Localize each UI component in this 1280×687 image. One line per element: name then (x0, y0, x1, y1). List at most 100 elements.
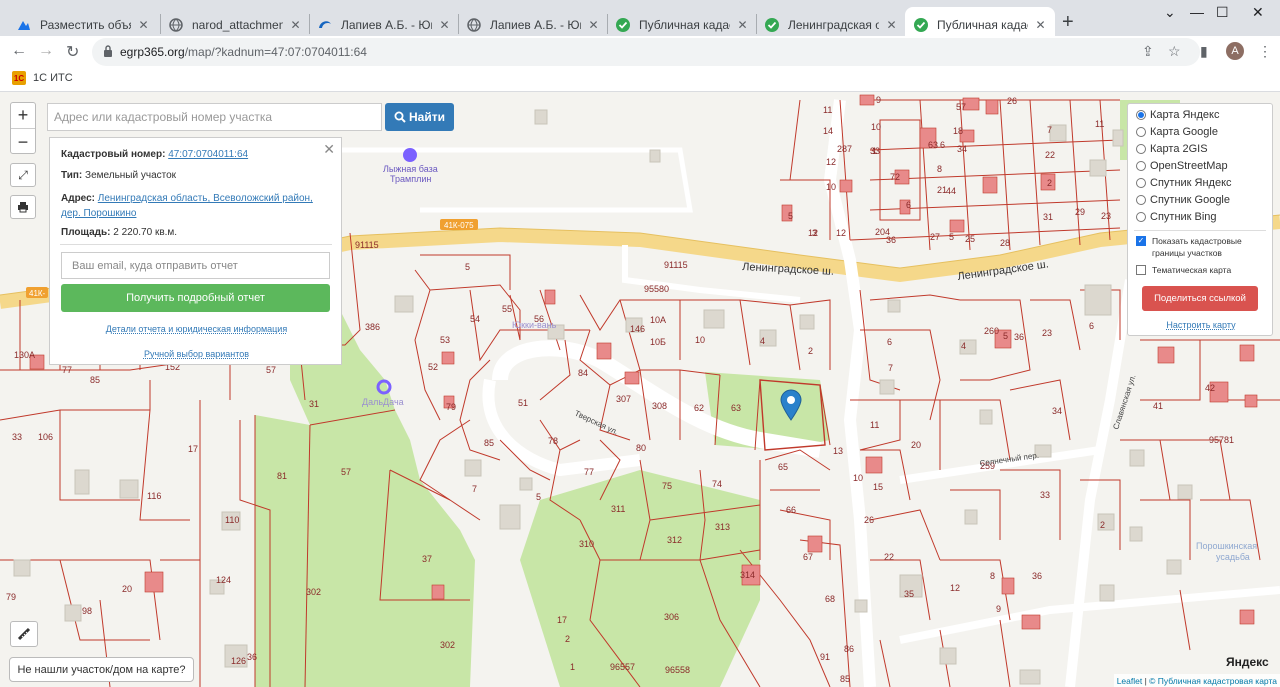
zoom-out-button[interactable]: − (11, 129, 35, 155)
svg-text:34: 34 (1052, 406, 1062, 416)
checkbox-label-line2: границы участков (1152, 248, 1222, 258)
address-link[interactable]: Ленинградская область, Всеволожский райо… (98, 193, 313, 204)
close-icon[interactable]: ✕ (1034, 18, 1047, 32)
zoom-in-button[interactable]: + (11, 103, 35, 129)
search-button[interactable]: Найти (385, 103, 454, 131)
svg-text:85: 85 (840, 674, 850, 684)
svg-text:302: 302 (306, 587, 321, 597)
svg-text:84: 84 (578, 368, 588, 378)
show-cadastral-toggle[interactable]: ✓ Показать кадастровые границы участков (1136, 235, 1242, 259)
tab-title: Ленинградская область (788, 17, 879, 32)
checkbox[interactable]: ✓ (1136, 236, 1146, 246)
close-icon[interactable]: ✕ (137, 18, 150, 32)
manual-select-link[interactable]: Ручной выбор вариантов (50, 349, 343, 359)
svg-text:116: 116 (147, 491, 161, 501)
checkbox[interactable] (1136, 265, 1146, 275)
tab-title: narod_attachment_links (192, 17, 283, 32)
print-icon[interactable] (10, 195, 36, 219)
maximize-button[interactable]: ☐ (1216, 4, 1229, 21)
close-icon[interactable]: ✕ (736, 18, 749, 32)
avatar[interactable]: A (1226, 42, 1244, 60)
layer-option[interactable]: Карта Яндекс (1136, 109, 1219, 121)
svg-text:36: 36 (1014, 332, 1024, 342)
radio-button[interactable] (1136, 178, 1146, 188)
tab-title: Публичная кадастровая (937, 17, 1028, 32)
type-label: Тип: (61, 170, 83, 181)
map-marker-icon[interactable] (780, 389, 802, 421)
forward-button[interactable]: → (38, 42, 54, 60)
layer-label: Спутник Bing (1150, 211, 1217, 223)
address-link-2[interactable]: дер. Порошкино (61, 208, 136, 219)
layer-option[interactable]: Карта Google (1136, 126, 1218, 138)
configure-map-link[interactable]: Настроить карту (1128, 320, 1274, 330)
not-found-button[interactable]: Не нашли участок/дом на карте? (9, 657, 194, 682)
close-icon[interactable]: ✕ (885, 18, 898, 32)
share-link-button[interactable]: Поделиться ссылкой (1142, 286, 1258, 311)
close-icon[interactable]: ✕ (438, 18, 451, 32)
radio-button[interactable] (1136, 110, 1146, 120)
close-icon[interactable]: ✕ (289, 18, 302, 32)
bookmark-1c[interactable]: 1С 1С ИТС (12, 71, 73, 85)
reload-button[interactable]: ↻ (66, 42, 79, 62)
svg-text:26: 26 (864, 515, 874, 525)
star-icon[interactable]: ☆ (1168, 43, 1181, 60)
svg-text:314: 314 (740, 570, 755, 580)
report-details-link[interactable]: Детали отчета и юридическая информация (50, 324, 343, 334)
layer-option[interactable]: Спутник Bing (1136, 211, 1217, 223)
svg-text:57: 57 (341, 467, 351, 477)
svg-text:106: 106 (38, 432, 53, 442)
close-icon[interactable]: ✕ (587, 18, 600, 32)
svg-text:72: 72 (890, 172, 900, 182)
radio-button[interactable] (1136, 212, 1146, 222)
poi-label: Юкки-вань (512, 320, 557, 330)
edge-icon (317, 17, 333, 33)
address-row: Адрес: Ленинградская область, Всеволожск… (61, 191, 313, 221)
radio-button[interactable] (1136, 127, 1146, 137)
poi-label: ДальДача (362, 397, 404, 407)
svg-text:25: 25 (965, 234, 975, 244)
svg-text:44: 44 (946, 186, 956, 196)
road-code-label: 41К-075 (444, 221, 474, 230)
get-report-button[interactable]: Получить подробный отчет (61, 284, 330, 312)
radio-button[interactable] (1136, 144, 1146, 154)
chevron-down-icon[interactable]: ⌄ (1164, 4, 1176, 21)
close-window-button[interactable]: ✕ (1252, 4, 1264, 21)
cadnum-link[interactable]: 47:07:0704011:64 (168, 149, 248, 160)
svg-text:4: 4 (961, 341, 966, 351)
street-label: Тверская ул. (573, 409, 619, 437)
close-icon[interactable]: ✕ (323, 141, 335, 158)
sidepanel-icon[interactable]: ▮ (1200, 43, 1208, 60)
svg-text:10: 10 (871, 122, 881, 132)
layer-label: Карта 2GIS (1150, 143, 1208, 155)
svg-text:6: 6 (887, 337, 892, 347)
new-tab-button[interactable]: + (1062, 11, 1074, 34)
minimize-button[interactable]: — (1190, 4, 1204, 20)
pkk-link[interactable]: © Публичная кадастровая карта (1149, 676, 1277, 686)
radio-button[interactable] (1136, 195, 1146, 205)
svg-text:96558: 96558 (665, 665, 690, 675)
layer-option[interactable]: Карта 2GIS (1136, 143, 1208, 155)
back-button[interactable]: ← (11, 42, 27, 60)
lock-icon (104, 45, 112, 57)
layer-option[interactable]: OpenStreetMap (1136, 160, 1228, 172)
search-input[interactable]: Адрес или кадастровый номер участка (47, 103, 382, 131)
avito-icon (16, 17, 32, 33)
fullscreen-icon[interactable]: ⤢ (10, 163, 36, 187)
share-icon[interactable]: ⇪ (1142, 43, 1154, 60)
search-button-label: Найти (409, 110, 445, 124)
menu-icon[interactable]: ⋮ (1258, 43, 1272, 60)
layer-option[interactable]: Спутник Google (1136, 194, 1230, 206)
svg-text:8: 8 (937, 164, 942, 174)
svg-text:36: 36 (1032, 571, 1042, 581)
thematic-map-toggle[interactable]: Тематическая карта (1136, 264, 1231, 276)
svg-text:10Б: 10Б (650, 337, 666, 347)
svg-text:91115: 91115 (355, 240, 379, 250)
leaflet-link[interactable]: Leaflet (1117, 676, 1143, 686)
ruler-icon[interactable] (10, 621, 38, 647)
radio-button[interactable] (1136, 161, 1146, 171)
email-field[interactable]: Ваш email, куда отправить отчет (61, 252, 330, 279)
svg-text:33: 33 (1040, 490, 1050, 500)
svg-text:302: 302 (440, 640, 455, 650)
layer-option[interactable]: Спутник Яндекс (1136, 177, 1232, 189)
svg-text:308: 308 (652, 401, 667, 411)
